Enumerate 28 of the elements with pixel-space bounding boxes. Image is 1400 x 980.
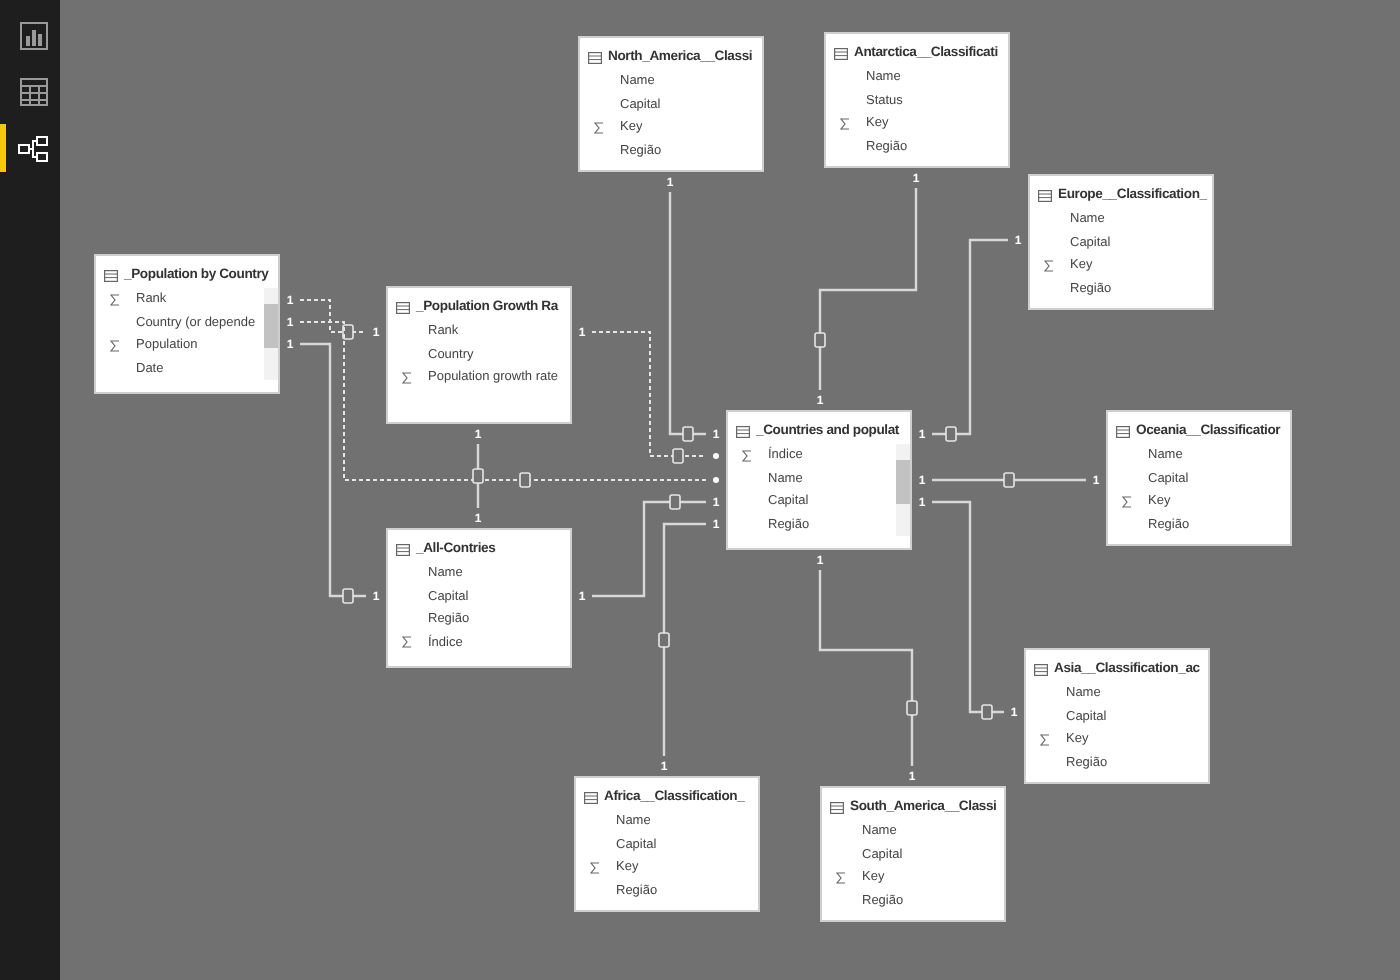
sigma-icon [1122,495,1132,508]
table-icon [396,301,410,313]
table-grid-icon [19,78,47,106]
sigma-icon [742,449,752,462]
sigma-icon [1044,259,1054,272]
sigma-icon [594,121,604,134]
bar-chart-icon [19,22,47,50]
table-icon [834,47,848,59]
scrollbar[interactable] [264,288,278,380]
sigma-icon [836,871,846,884]
table-icon [830,801,844,813]
sigma-icon [110,293,120,306]
table-icon [584,791,598,803]
table-icon [588,51,602,63]
sigma-icon [840,117,850,130]
sigma-icon [1040,733,1050,746]
table-icon [736,425,750,437]
sigma-icon [590,861,600,874]
sigma-icon [110,339,120,352]
table-icon [396,543,410,555]
table-icon [1034,663,1048,675]
table-icon [104,269,118,281]
sigma-icon [402,371,412,384]
sigma-icon [402,636,412,649]
model-diagram-icon [18,135,48,161]
table-icon [1038,189,1052,201]
table-icon [1116,425,1130,437]
scrollbar[interactable] [896,444,910,536]
